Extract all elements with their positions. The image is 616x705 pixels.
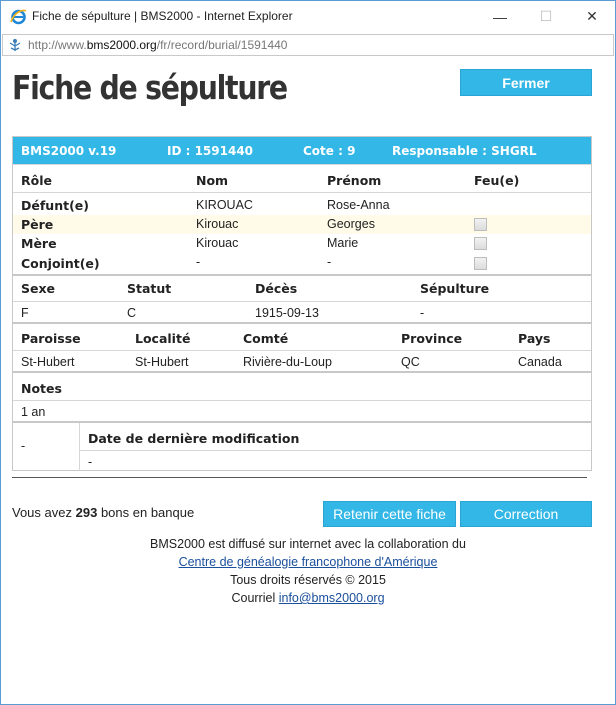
- page-title: Fiche de sépulture: [12, 68, 288, 107]
- footer-copyright: Tous droits réservés © 2015: [230, 573, 386, 587]
- modification-left-value: -: [21, 439, 26, 453]
- person-nom: Kirouac: [196, 217, 239, 231]
- close-button[interactable]: Fermer: [460, 69, 592, 96]
- column-header-pays: Pays: [518, 331, 551, 346]
- modification-header: Date de dernière modification: [88, 431, 300, 446]
- table-row-highlight: [13, 215, 591, 234]
- value-sepulture: -: [420, 306, 425, 320]
- column-header-sexe: Sexe: [21, 281, 56, 296]
- person-prenom: -: [327, 255, 332, 269]
- column-header-paroisse: Paroisse: [21, 331, 81, 346]
- column-header-nom: Nom: [196, 173, 229, 188]
- column-header-statut: Statut: [127, 281, 172, 296]
- bank-suffix: bons en banque: [100, 505, 195, 520]
- internet-explorer-icon: [10, 9, 27, 25]
- record-header: BMS2000 v.19 ID : 1591440 Cote : 9 Respo…: [13, 137, 591, 164]
- bank-count: 293: [75, 505, 98, 520]
- email-link[interactable]: info@bms2000.org: [279, 591, 385, 605]
- url-text: http://www.bms2000.org/fr/record/burial/…: [28, 38, 287, 52]
- courriel-label: Courriel: [231, 591, 276, 605]
- column-header-comte: Comté: [243, 331, 289, 346]
- person-prenom: Rose-Anna: [327, 198, 390, 212]
- column-header-deces: Décès: [255, 281, 298, 296]
- column-header-feu: Feu(e): [474, 173, 520, 188]
- column-header-prenom: Prénom: [327, 173, 382, 188]
- person-role: Défunt(e): [21, 198, 89, 213]
- feu-checkbox[interactable]: [474, 257, 487, 270]
- person-role: Conjoint(e): [21, 256, 100, 271]
- page-favicon-icon: [9, 39, 21, 51]
- value-statut: C: [127, 306, 137, 320]
- value-comte: Rivière-du-Loup: [243, 355, 332, 369]
- value-province: QC: [401, 355, 420, 369]
- value-paroisse: St-Hubert: [21, 355, 75, 369]
- url-domain: bms2000.org: [86, 38, 157, 52]
- person-nom: -: [196, 255, 201, 269]
- person-prenom: Marie: [327, 236, 359, 250]
- notes-header: Notes: [21, 381, 62, 396]
- address-bar[interactable]: http://www.bms2000.org/fr/record/burial/…: [2, 34, 614, 56]
- feu-checkbox[interactable]: [474, 218, 487, 231]
- person-prenom: Georges: [327, 217, 375, 231]
- record-id: ID : 1591440: [167, 144, 254, 158]
- person-nom: KIROUAC: [196, 198, 253, 212]
- column-header-localite: Localité: [135, 331, 191, 346]
- footer-link-line: Centre de généalogie francophone d'Améri…: [1, 555, 615, 569]
- value-localite: St-Hubert: [135, 355, 189, 369]
- value-deces: 1915-09-13: [255, 306, 319, 320]
- column-header-sepulture: Sépulture: [420, 281, 490, 296]
- close-icon: ✕: [586, 8, 598, 24]
- burial-record: BMS2000 v.19 ID : 1591440 Cote : 9 Respo…: [12, 136, 592, 471]
- column-header-role: Rôle: [21, 173, 52, 188]
- window-title: Fiche de sépulture | BMS2000 - Internet …: [32, 9, 293, 23]
- value-pays: Canada: [518, 355, 562, 369]
- correction-button[interactable]: Correction: [460, 501, 592, 527]
- column-header-province: Province: [401, 331, 463, 346]
- title-bar: Fiche de sépulture | BMS2000 - Internet …: [1, 1, 615, 32]
- modification-value: -: [88, 455, 93, 469]
- minimize-icon: —: [493, 8, 507, 25]
- url-prefix: http://www.: [28, 38, 87, 52]
- divider: [12, 477, 587, 478]
- browser-window: Fiche de sépulture | BMS2000 - Internet …: [0, 0, 616, 705]
- value-sexe: F: [21, 306, 29, 320]
- maximize-button[interactable]: ☐: [523, 1, 569, 32]
- minimize-button[interactable]: —: [477, 1, 523, 32]
- footer-collaboration: BMS2000 est diffusé sur internet avec la…: [150, 537, 466, 551]
- person-role: Mère: [21, 236, 57, 251]
- cgfa-link[interactable]: Centre de généalogie francophone d'Améri…: [179, 555, 438, 569]
- record-version: BMS2000 v.19: [21, 144, 117, 158]
- record-responsable: Responsable : SHGRL: [392, 144, 537, 158]
- notes-value: 1 an: [21, 405, 46, 419]
- person-nom: Kirouac: [196, 236, 239, 250]
- url-path: /fr/record/burial/1591440: [156, 38, 288, 52]
- close-window-button[interactable]: ✕: [569, 1, 615, 32]
- retain-record-button[interactable]: Retenir cette fiche: [323, 501, 456, 527]
- bank-balance: Vous avez 293 bons en banque: [12, 505, 194, 520]
- footer-email-line: Courriel info@bms2000.org: [1, 591, 615, 605]
- maximize-icon: ☐: [539, 8, 553, 24]
- person-role: Père: [21, 217, 54, 232]
- page-content: Fiche de sépulture Fermer BMS2000 v.19 I…: [1, 58, 615, 704]
- feu-checkbox[interactable]: [474, 237, 487, 250]
- bank-prefix: Vous avez: [12, 505, 72, 520]
- record-cote: Cote : 9: [303, 144, 356, 158]
